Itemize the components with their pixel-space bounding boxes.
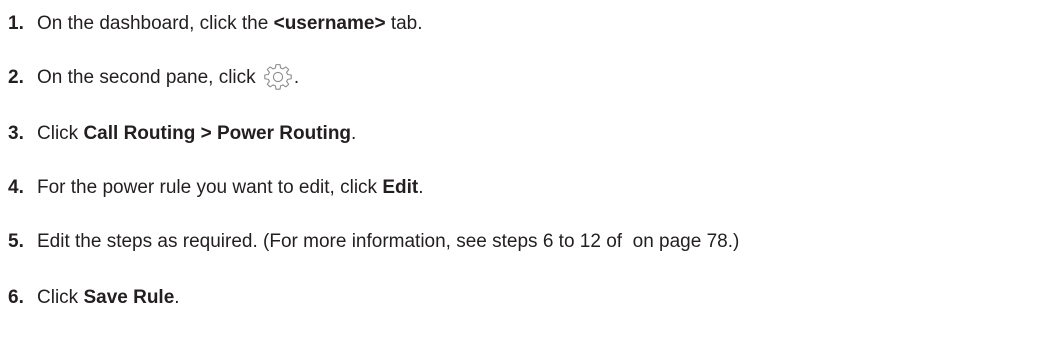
ui-term: Edit — [382, 177, 419, 198]
ui-term: Save Rule — [83, 287, 175, 308]
step-6: 6. Click Save Rule. — [8, 282, 180, 314]
step-number: 3. — [8, 123, 24, 144]
step-text: On the dashboard, click the <username> t… — [37, 13, 423, 34]
step-4: 4. For the power rule you want to edit, … — [8, 172, 424, 204]
step-text: Edit the steps as required. (For more in… — [37, 231, 740, 252]
step-2: 2. On the second pane, click . — [8, 62, 299, 94]
step-1: 1. On the dashboard, click the <username… — [8, 8, 423, 40]
ui-term: Call Routing > Power Routing — [83, 123, 352, 144]
step-text: Click Call Routing > Power Routing. — [37, 123, 357, 144]
step-5: 5. Edit the steps as required. (For more… — [8, 226, 739, 258]
gear-icon — [264, 64, 292, 92]
step-text: On the second pane, click . — [37, 64, 299, 92]
step-text: Click Save Rule. — [37, 287, 180, 308]
step-text: For the power rule you want to edit, cli… — [37, 177, 424, 198]
step-3: 3. Click Call Routing > Power Routing. — [8, 118, 356, 150]
step-number: 6. — [8, 287, 24, 308]
ui-term: <username> — [273, 13, 386, 34]
step-number: 2. — [8, 67, 24, 88]
step-number: 4. — [8, 177, 24, 198]
step-number: 5. — [8, 231, 24, 252]
procedure-steps: 1. On the dashboard, click the <username… — [0, 0, 1043, 352]
step-number: 1. — [8, 13, 24, 34]
